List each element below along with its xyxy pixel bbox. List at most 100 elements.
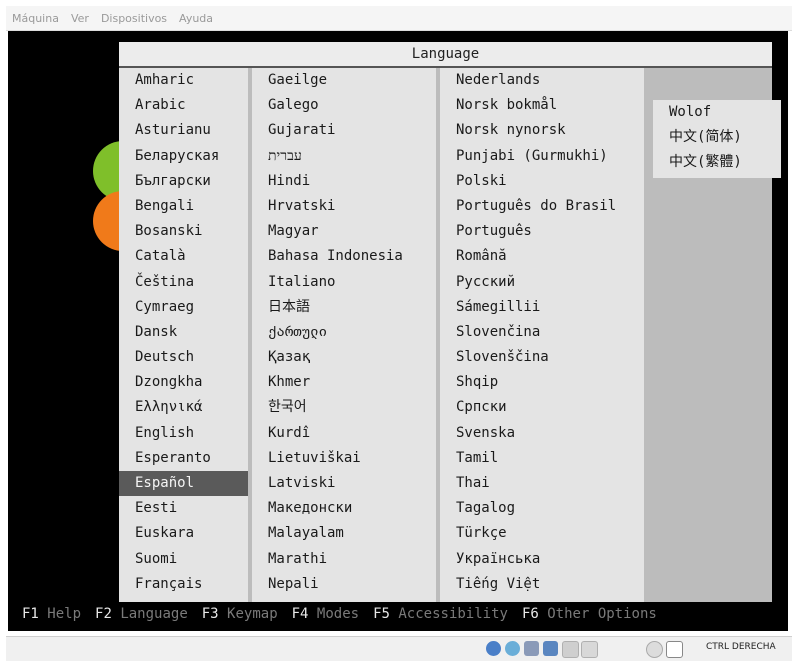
language-option[interactable]: Português do Brasil: [440, 194, 644, 219]
language-option[interactable]: Suomi: [119, 547, 248, 572]
usb-icon[interactable]: [524, 641, 539, 656]
language-option[interactable]: Tiếng Việt: [440, 572, 644, 597]
language-option[interactable]: English: [119, 421, 248, 446]
language-option[interactable]: Polski: [440, 169, 644, 194]
fkey-label: Language: [120, 606, 188, 622]
language-option[interactable]: Italiano: [252, 270, 436, 295]
language-option[interactable]: 中文(简体): [653, 125, 781, 150]
language-option[interactable]: Amharic: [119, 68, 248, 93]
display-icon[interactable]: [581, 641, 598, 658]
language-option[interactable]: Euskara: [119, 521, 248, 546]
language-option[interactable]: Gaeilge: [252, 68, 436, 93]
language-option[interactable]: Eesti: [119, 496, 248, 521]
language-option[interactable]: Marathi: [252, 547, 436, 572]
language-dialog-title: Language: [119, 42, 772, 68]
capture-icon[interactable]: [646, 641, 663, 658]
language-option[interactable]: Wolof: [653, 100, 781, 125]
language-option[interactable]: Türkçe: [440, 521, 644, 546]
language-option[interactable]: Slovenčina: [440, 320, 644, 345]
language-option[interactable]: Galego: [252, 93, 436, 118]
language-option[interactable]: 日本語: [252, 295, 436, 320]
menu-ayuda[interactable]: Ayuda: [173, 12, 219, 25]
vm-screen[interactable]: al Language AmharicArabicAsturianuБелару…: [8, 31, 788, 631]
fkey-f6[interactable]: F6: [522, 606, 539, 622]
language-column-4: Wolof 中文(简体) 中文(繁體): [653, 100, 781, 178]
language-option[interactable]: Sámegillii: [440, 295, 644, 320]
language-option[interactable]: עברית: [252, 144, 436, 169]
language-option[interactable]: Қазақ: [252, 345, 436, 370]
fkey-f3[interactable]: F3: [202, 606, 219, 622]
language-option[interactable]: Български: [119, 169, 248, 194]
language-option-selected[interactable]: Español: [119, 471, 248, 497]
language-option[interactable]: Hrvatski: [252, 194, 436, 219]
fkey-label: Keymap: [227, 606, 278, 622]
shared-folder-icon[interactable]: [562, 641, 579, 658]
language-option[interactable]: Norsk bokmål: [440, 93, 644, 118]
fkey-label: Help: [47, 606, 82, 622]
language-option[interactable]: Malayalam: [252, 521, 436, 546]
language-option[interactable]: Română: [440, 244, 644, 269]
fkey-label: Modes: [316, 606, 360, 622]
language-option[interactable]: Nepali: [252, 572, 436, 597]
language-option[interactable]: Esperanto: [119, 446, 248, 471]
language-option[interactable]: Slovenščina: [440, 345, 644, 370]
language-option[interactable]: Македонски: [252, 496, 436, 521]
menu-maquina[interactable]: Máquina: [6, 12, 65, 25]
virtualbox-window: Máquina Ver Dispositivos Ayuda al Langua…: [0, 0, 798, 664]
language-option[interactable]: Asturianu: [119, 118, 248, 143]
function-key-bar: F1 Help F2 Language F3 Keymap F4 Modes F5 Ac…: [22, 603, 671, 625]
fkey-f1[interactable]: F1: [22, 606, 39, 622]
vm-menubar: Máquina Ver Dispositivos Ayuda: [6, 6, 792, 31]
language-option[interactable]: Khmer: [252, 370, 436, 395]
language-option[interactable]: Deutsch: [119, 345, 248, 370]
menu-dispositivos[interactable]: Dispositivos: [95, 12, 173, 25]
language-option[interactable]: Gujarati: [252, 118, 436, 143]
language-option[interactable]: Dzongkha: [119, 370, 248, 395]
language-option[interactable]: Français: [119, 572, 248, 597]
language-option[interactable]: Português: [440, 219, 644, 244]
language-option[interactable]: 中文(繁體): [653, 150, 781, 175]
language-option[interactable]: Lietuviškai: [252, 446, 436, 471]
language-column-2: Gaeilge Galego Gujarati עברית Hindi Hrvatski M…: [252, 68, 436, 602]
cd-icon[interactable]: [505, 641, 520, 656]
language-option[interactable]: Русский: [440, 270, 644, 295]
language-option[interactable]: Magyar: [252, 219, 436, 244]
language-option[interactable]: Shqip: [440, 370, 644, 395]
language-option[interactable]: Dansk: [119, 320, 248, 345]
language-option[interactable]: Latviski: [252, 471, 436, 496]
language-option[interactable]: 한국어: [252, 395, 436, 420]
disk-icon[interactable]: [486, 641, 501, 656]
menu-ver[interactable]: Ver: [65, 12, 95, 25]
language-option[interactable]: Ελληνικά: [119, 395, 248, 420]
language-option[interactable]: Српски: [440, 395, 644, 420]
language-option[interactable]: Nederlands: [440, 68, 644, 93]
language-option[interactable]: Bosanski: [119, 219, 248, 244]
language-option[interactable]: Čeština: [119, 270, 248, 295]
language-option[interactable]: Bengali: [119, 194, 248, 219]
fkey-label: Accessibility: [398, 606, 508, 622]
language-option[interactable]: Norsk nynorsk: [440, 118, 644, 143]
keyboard-capture-icon[interactable]: [666, 641, 683, 658]
language-option[interactable]: Українська: [440, 547, 644, 572]
fkey-f5[interactable]: F5: [373, 606, 390, 622]
language-option[interactable]: Arabic: [119, 93, 248, 118]
language-column-1: Amharic Arabic Asturianu Беларуская Българск…: [119, 68, 248, 602]
language-option[interactable]: Tagalog: [440, 496, 644, 521]
fkey-f2[interactable]: F2: [95, 606, 112, 622]
fkey-f4[interactable]: F4: [292, 606, 309, 622]
language-option[interactable]: Svenska: [440, 421, 644, 446]
language-option[interactable]: ქართული: [252, 320, 436, 345]
language-option[interactable]: Thai: [440, 471, 644, 496]
vm-statusbar: CTRL DERECHA: [6, 636, 792, 661]
language-column-3: Nederlands Norsk bokmål Norsk nynorsk Punja…: [440, 68, 644, 602]
language-option[interactable]: Bahasa Indonesia: [252, 244, 436, 269]
network-icon[interactable]: [543, 641, 558, 656]
language-option[interactable]: Hindi: [252, 169, 436, 194]
host-key-label: CTRL DERECHA: [706, 642, 776, 652]
language-option[interactable]: Català: [119, 244, 248, 269]
language-option[interactable]: Punjabi (Gurmukhi): [440, 144, 644, 169]
language-option[interactable]: Беларуская: [119, 144, 248, 169]
language-option[interactable]: Tamil: [440, 446, 644, 471]
language-option[interactable]: Kurdî: [252, 421, 436, 446]
language-option[interactable]: Cymraeg: [119, 295, 248, 320]
